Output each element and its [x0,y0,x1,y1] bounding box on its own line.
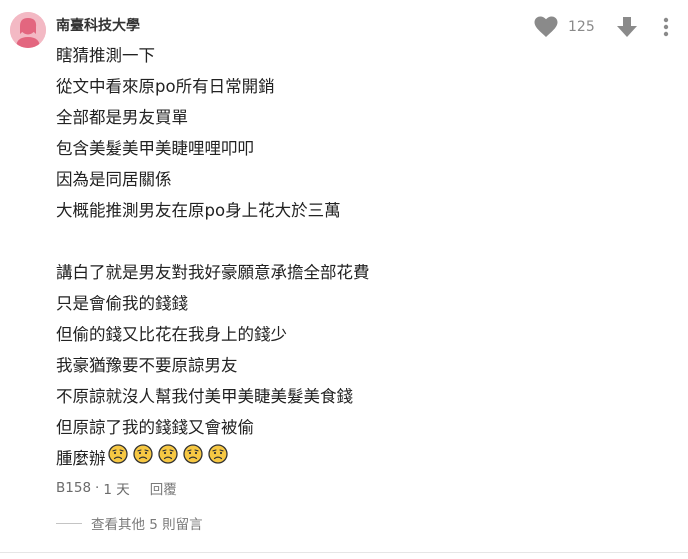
comment-blank-line [56,226,656,257]
like-count: 125 [568,19,595,35]
comment-line: 從文中看來原po所有日常開銷 [56,77,275,96]
avatar-female-icon [10,12,46,48]
worried-face-emoji [157,444,178,464]
author-name[interactable]: 南臺科技大學 [56,15,140,35]
comment-line: 只是會偷我的錢錢 [56,294,188,313]
comment-line: 但偷的錢又比花在我身上的錢少 [56,325,287,344]
comment-time: 1 天 [103,482,130,498]
replies-dash-icon [56,522,82,524]
thumb-down-arrow-icon [617,17,637,37]
heart-icon [534,16,558,37]
emoji-row [106,443,228,474]
comment-line: 不原諒就沒人幫我付美甲美睫美髮美食錢 [56,387,353,406]
worried-face-emoji [182,444,203,464]
like-button[interactable]: 125 [534,16,612,38]
comment-line: 因為是同居關係 [56,170,172,189]
dislike-button[interactable] [612,12,642,42]
more-options-button[interactable] [656,12,676,42]
more-vertical-icon [663,17,669,37]
comment-line: 我豪猶豫要不要原諒男友 [56,356,238,375]
comment-last-line-text: 腫麼辦 [56,449,106,468]
comment-last-line: 腫麼辦 [56,443,656,474]
comment-meta: B158 · 1 天 回覆 [56,478,177,498]
comment-line: 包含美髮美甲美睫哩哩叩叩 [56,139,254,158]
comment-line: 全部都是男友買單 [56,108,188,127]
comment-line: 講白了就是男友對我好豪願意承擔全部花費 [56,263,370,282]
comment-line: 大概能推測男友在原po身上花大於三萬 [56,201,341,220]
floor-number: B158 [56,480,92,496]
view-more-replies-label: 查看其他 5 則留言 [91,517,203,533]
comment-body: 瞎猜推測一下 從文中看來原po所有日常開銷 全部都是男友買單 包含美髮美甲美睫哩… [56,40,656,474]
view-more-replies-link[interactable]: 查看其他 5 則留言 [56,513,203,533]
comment-actions: 125 [534,12,676,42]
meta-separator: · [95,480,100,496]
reply-button[interactable]: 回覆 [150,478,177,498]
worried-face-emoji [132,444,153,464]
worried-face-emoji [207,444,228,464]
avatar[interactable] [10,12,46,48]
comment-card: 南臺科技大學 125 瞎猜推測一下 從文中看來原po所有日常開銷 全部都是男友買… [0,0,688,559]
divider [0,552,688,553]
comment-line: 瞎猜推測一下 [56,46,155,65]
comment-line: 但原諒了我的錢錢又會被偷 [56,418,254,437]
worried-face-emoji [107,444,128,464]
